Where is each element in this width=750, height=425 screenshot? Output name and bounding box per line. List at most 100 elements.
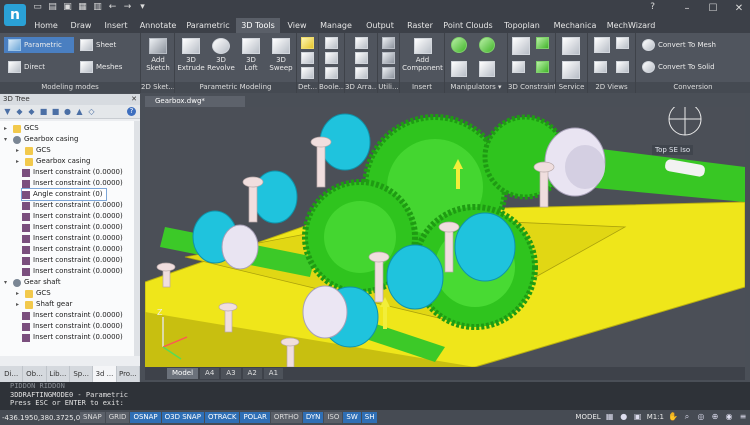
utility-icon-3[interactable] (382, 67, 395, 79)
tree-node[interactable]: ▸ GCS (16, 288, 51, 299)
rotate-manipulator-icon[interactable] (479, 37, 495, 53)
tab-raster[interactable]: Raster (404, 18, 436, 33)
panel-tab[interactable]: Ob... (23, 366, 47, 382)
expand-icon[interactable]: ▸ (16, 288, 22, 299)
tree-icon-4[interactable]: ■ (51, 107, 60, 116)
lightbulb-icon[interactable]: ● (619, 412, 629, 422)
tab-draw[interactable]: Draw (66, 18, 96, 33)
tree-node[interactable]: Insert constraint (0.0000) (22, 222, 123, 233)
direct-button[interactable]: Direct (8, 61, 45, 73)
panel-tab-active[interactable]: 3d ... (93, 366, 117, 382)
print-icon[interactable]: ▥ (92, 2, 103, 13)
add-component-button[interactable]: Add Component (402, 38, 443, 72)
convert-to-mesh-button[interactable]: Convert To Mesh (642, 39, 716, 51)
tab-mechanica[interactable]: Mechanica (552, 18, 598, 33)
parametric-button[interactable]: Parametric (4, 37, 74, 53)
tree-icon-7[interactable]: ◇ (87, 107, 96, 116)
tree-icon-2[interactable]: ◆ (27, 107, 36, 116)
tree-node[interactable]: Insert constraint (0.0000) (22, 233, 123, 244)
iso-toggle[interactable]: ISO (324, 412, 343, 423)
tree-node[interactable]: ▾ Gearbox casing (4, 134, 78, 145)
settings-icon[interactable]: ≡ (738, 412, 748, 422)
panel-tab[interactable]: Lib... (47, 366, 70, 382)
collapse-icon[interactable]: ▾ (4, 134, 10, 145)
pan-icon[interactable]: ✋ (668, 412, 678, 422)
tree-node[interactable]: ▾ Gear shaft (4, 277, 61, 288)
tab-view[interactable]: View (284, 18, 310, 33)
intersect-icon[interactable] (325, 67, 338, 79)
snap-toggle[interactable]: SNAP (80, 412, 105, 423)
tab-mechwizard[interactable]: MechWizard (604, 18, 658, 33)
panel-tab[interactable]: Pro... (117, 366, 140, 382)
scale-label[interactable]: M1:1 (647, 413, 664, 421)
tree-node[interactable]: Insert constraint (0.0000) (22, 211, 123, 222)
viewcube-label[interactable]: Top SE Iso (652, 145, 694, 155)
constraint-icon-4[interactable] (536, 61, 549, 73)
polar-toggle[interactable]: POLAR (240, 412, 270, 423)
detail-icon-3[interactable] (301, 67, 314, 79)
view-icon-3[interactable] (594, 61, 607, 73)
tree-node[interactable]: Insert constraint (0.0000) (22, 332, 123, 343)
subtract-icon[interactable] (325, 52, 338, 64)
array-path-icon[interactable] (355, 67, 368, 79)
array-polar-icon[interactable] (355, 52, 368, 64)
tree-node[interactable]: Insert constraint (0.0000) (22, 167, 123, 178)
filter-icon[interactable]: ▼ (3, 107, 12, 116)
undo-icon[interactable]: ← (107, 2, 118, 13)
convert-to-solid-button[interactable]: Convert To Solid (642, 61, 715, 73)
o3dsnap-toggle[interactable]: O3D SNAP (161, 412, 204, 423)
tree-icon-3[interactable]: ■ (39, 107, 48, 116)
sh-toggle[interactable]: SH (361, 412, 378, 423)
detail-icon-2[interactable] (301, 52, 314, 64)
union-icon[interactable] (325, 37, 338, 49)
layout-tab-a1[interactable]: A1 (263, 368, 284, 379)
tree-node[interactable]: ▸ Shaft gear (16, 299, 72, 310)
sheet-button[interactable]: Sheet (80, 39, 116, 51)
new-file-icon[interactable]: ▭ (32, 2, 43, 13)
tab-annotate[interactable]: Annotate (137, 18, 179, 33)
sw-toggle[interactable]: SW (343, 412, 361, 423)
redo-icon[interactable]: → (122, 2, 133, 13)
constraint-icon-1[interactable] (512, 37, 530, 55)
tab-insert[interactable]: Insert (100, 18, 132, 33)
constraint-icon-2[interactable] (536, 37, 549, 49)
tab-home[interactable]: Home (30, 18, 62, 33)
minimize-icon[interactable]: – (680, 3, 694, 14)
expand-icon[interactable]: ▸ (16, 145, 22, 156)
tree-node[interactable]: Insert constraint (0.0000) (22, 244, 123, 255)
tab-topoplan[interactable]: Topoplan (500, 18, 544, 33)
extrude-button[interactable]: 3D Extrude (177, 38, 205, 72)
group-label[interactable]: Manipulators ▾ (445, 82, 507, 93)
tree-node[interactable]: Insert constraint (0.0000) (22, 178, 123, 189)
help-icon[interactable]: ? (650, 2, 655, 12)
revolve-button[interactable]: 3D Revolve (207, 38, 235, 72)
zoom-extents-icon[interactable]: ⊕ (710, 412, 720, 422)
layout-tab-a3[interactable]: A3 (221, 368, 241, 379)
panel-close-icon[interactable]: ✕ (131, 94, 140, 105)
lock-icon[interactable]: ▣ (633, 412, 643, 422)
service-icon-2[interactable] (562, 61, 580, 79)
tree-icon-5[interactable]: ● (63, 107, 72, 116)
meshes-button[interactable]: Meshes (80, 61, 122, 73)
layout-tab-model[interactable]: Model (167, 368, 199, 379)
panel-tab[interactable]: Di... (0, 366, 24, 382)
panel-tab[interactable]: Sp... (70, 366, 94, 382)
constraint-icon-3[interactable] (512, 61, 525, 73)
tab-output[interactable]: Output (362, 18, 398, 33)
model-space-label[interactable]: MODEL (575, 413, 600, 421)
tree-icon-1[interactable]: ◆ (15, 107, 24, 116)
utility-icon-2[interactable] (382, 52, 395, 64)
service-icon-1[interactable] (562, 37, 580, 55)
move-manipulator-icon[interactable] (451, 37, 467, 53)
detail-icon-1[interactable] (301, 37, 314, 49)
close-icon[interactable]: ✕ (732, 3, 746, 14)
grid-toggle[interactable]: GRID (105, 412, 130, 423)
tree-node[interactable]: Insert constraint (0.0000) (22, 255, 123, 266)
sweep-button[interactable]: 3D Sweep (267, 38, 295, 72)
help-icon[interactable]: ? (127, 107, 136, 116)
tree-node[interactable]: ▸ GCS (4, 123, 39, 134)
view-icon-4[interactable] (616, 61, 629, 73)
expand-icon[interactable]: ▸ (16, 299, 22, 310)
tree-node[interactable]: ▸ GCS (16, 145, 51, 156)
view-icon-2[interactable] (616, 37, 629, 49)
